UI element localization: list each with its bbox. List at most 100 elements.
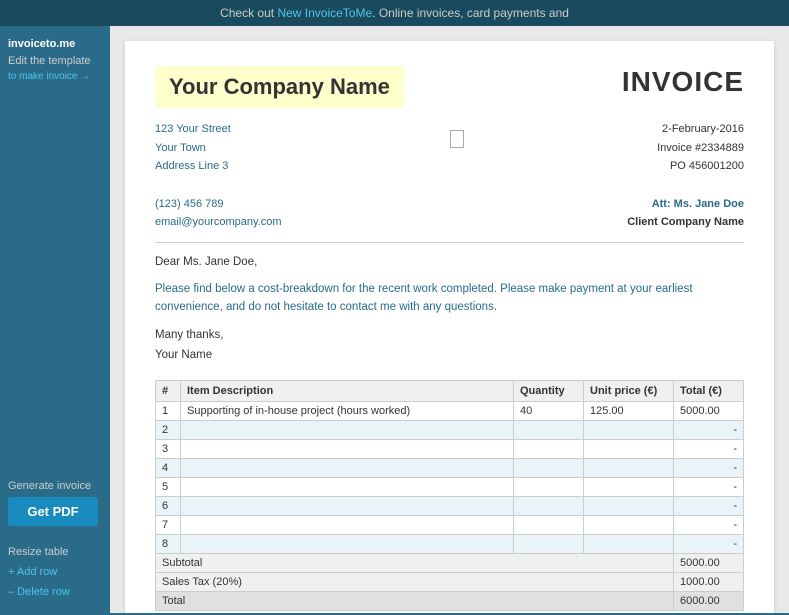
row-unit[interactable] — [584, 421, 674, 440]
closing-line1: Many thanks, — [155, 326, 744, 346]
image-placeholder — [450, 130, 464, 148]
banner-text: Check out — [220, 6, 277, 20]
total-label: Total — [156, 592, 674, 611]
row-qty[interactable] — [514, 516, 584, 535]
row-total: - — [674, 535, 744, 554]
closing-line2: Your Name — [155, 346, 744, 366]
generate-label: Generate invoice — [8, 480, 102, 492]
meta-po: PO 456001200 — [627, 157, 744, 176]
invoice-header: Your Company Name INVOICE — [155, 66, 744, 108]
col-unit: Unit price (€) — [584, 381, 674, 402]
invoice-area: Your Company Name INVOICE 123 Your Stree… — [110, 26, 789, 613]
banner-text2: . Online invoices, card payments and — [372, 6, 569, 20]
row-total: - — [674, 478, 744, 497]
row-unit[interactable] — [584, 478, 674, 497]
row-qty[interactable] — [514, 535, 584, 554]
generate-section: Generate invoice Get PDF — [8, 480, 102, 526]
col-qty: Quantity — [514, 381, 584, 402]
from-city: Your Town — [155, 139, 282, 158]
letter-salutation: Dear Ms. Jane Doe, — [155, 253, 744, 271]
row-qty[interactable] — [514, 459, 584, 478]
from-phone: (123) 456 789 — [155, 195, 282, 214]
row-desc[interactable] — [181, 535, 514, 554]
get-pdf-button[interactable]: Get PDF — [8, 497, 98, 526]
to-company: Client Company Name — [627, 213, 744, 232]
from-address3: Address Line 3 — [155, 157, 282, 176]
letter-body-text: Please find below a cost-breakdown for t… — [155, 280, 744, 317]
meta-date: 2-February-2016 — [627, 120, 744, 139]
table-row: 4- — [156, 459, 744, 478]
row-qty[interactable] — [514, 478, 584, 497]
row-unit[interactable] — [584, 535, 674, 554]
table-row: 8- — [156, 535, 744, 554]
table-row: 1Supporting of in-house project (hours w… — [156, 402, 744, 421]
header-divider — [155, 242, 744, 243]
from-street: 123 Your Street — [155, 120, 282, 139]
row-num: 5 — [156, 478, 181, 497]
company-name[interactable]: Your Company Name — [155, 66, 404, 108]
row-num: 6 — [156, 497, 181, 516]
table-row: 3- — [156, 440, 744, 459]
delete-row-link[interactable]: – Delete row — [8, 583, 102, 603]
table-row: 6- — [156, 497, 744, 516]
total-row: Total 6000.00 — [156, 592, 744, 611]
col-num: # — [156, 381, 181, 402]
table-row: 7- — [156, 516, 744, 535]
row-desc[interactable]: Supporting of in-house project (hours wo… — [181, 402, 514, 421]
subtotal-label: Subtotal — [156, 554, 674, 573]
row-total: - — [674, 440, 744, 459]
sidebar: invoiceto.me Edit the template to make i… — [0, 26, 110, 613]
row-unit[interactable] — [584, 440, 674, 459]
row-total: - — [674, 516, 744, 535]
row-desc[interactable] — [181, 497, 514, 516]
row-desc[interactable] — [181, 459, 514, 478]
row-desc[interactable] — [181, 478, 514, 497]
subtotal-row: Subtotal 5000.00 — [156, 554, 744, 573]
meta-invoice-num: Invoice #2334889 — [627, 139, 744, 158]
top-banner: Check out New InvoiceToMe. Online invoic… — [0, 0, 789, 26]
row-desc[interactable] — [181, 440, 514, 459]
row-num: 4 — [156, 459, 181, 478]
row-unit[interactable]: 125.00 — [584, 402, 674, 421]
total-value: 6000.00 — [674, 592, 744, 611]
row-num: 2 — [156, 421, 181, 440]
resize-label: Resize table — [8, 546, 102, 558]
row-qty[interactable]: 40 — [514, 402, 584, 421]
row-total: - — [674, 459, 744, 478]
edit-link[interactable]: to make invoice → — [8, 69, 102, 84]
row-qty[interactable] — [514, 421, 584, 440]
table-row: 5- — [156, 478, 744, 497]
row-unit[interactable] — [584, 497, 674, 516]
add-row-link[interactable]: + Add row — [8, 563, 102, 583]
banner-link[interactable]: New InvoiceToMe — [277, 6, 372, 20]
row-num: 7 — [156, 516, 181, 535]
row-qty[interactable] — [514, 440, 584, 459]
row-desc[interactable] — [181, 516, 514, 535]
invoice-table: # Item Description Quantity Unit price (… — [155, 380, 744, 611]
row-unit[interactable] — [584, 459, 674, 478]
row-desc[interactable] — [181, 421, 514, 440]
row-total: - — [674, 497, 744, 516]
letter-closing: Many thanks, Your Name — [155, 326, 744, 365]
row-total: 5000.00 — [674, 402, 744, 421]
row-num: 8 — [156, 535, 181, 554]
to-address: 2-February-2016 Invoice #2334889 PO 4560… — [627, 120, 744, 232]
to-att: Att: Ms. Jane Doe — [627, 195, 744, 214]
sidebar-branding: invoiceto.me Edit the template to make i… — [8, 36, 102, 84]
row-qty[interactable] — [514, 497, 584, 516]
address-section: 123 Your Street Your Town Address Line 3… — [155, 120, 744, 232]
tax-value: 1000.00 — [674, 573, 744, 592]
row-num: 3 — [156, 440, 181, 459]
table-row: 2- — [156, 421, 744, 440]
tax-row: Sales Tax (20%) 1000.00 — [156, 573, 744, 592]
tax-label: Sales Tax (20%) — [156, 573, 674, 592]
col-total: Total (€) — [674, 381, 744, 402]
row-num: 1 — [156, 402, 181, 421]
invoice-title: INVOICE — [622, 66, 744, 98]
row-total: - — [674, 421, 744, 440]
invoice-paper: Your Company Name INVOICE 123 Your Stree… — [125, 41, 774, 613]
row-unit[interactable] — [584, 516, 674, 535]
letter-body: Dear Ms. Jane Doe, Please find below a c… — [155, 253, 744, 365]
col-desc: Item Description — [181, 381, 514, 402]
from-address: 123 Your Street Your Town Address Line 3… — [155, 120, 282, 232]
